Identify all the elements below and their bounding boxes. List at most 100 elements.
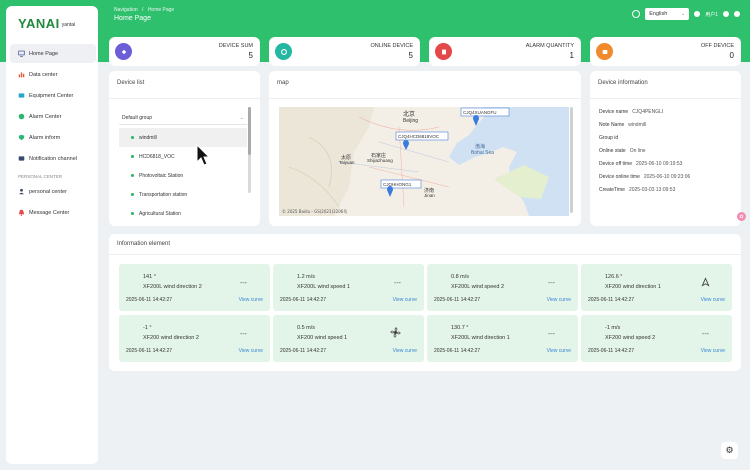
map-marker-label: CJQ4HCD6818VOC [398,134,440,139]
sidebar-item-label: personal center [29,188,67,195]
view-curve-link[interactable]: View curve [393,348,417,354]
group-name: Default group [122,114,153,121]
panel-title: Device information [598,80,648,86]
info-row-device-off-time: Device off time 2025-06-10 09:19:53 [599,161,682,167]
shield-icon [18,134,25,141]
list-item-windmill[interactable]: windmill [119,128,247,147]
sidebar-nav: Home Page Data center Equipment Center A… [10,44,96,224]
list-item-photovoltaic-station[interactable]: Photovoltaic Station [119,166,247,185]
fan-icon [390,327,401,340]
info-card: 126.6 ° XF200 wind direction 1 2025-06-1… [581,264,732,311]
group-header[interactable]: Default group ⌄ [119,111,247,125]
breadcrumb-root[interactable]: Navigation [114,7,138,13]
element-name: XF200 wind speed 1 [297,335,348,341]
status-dot [131,212,134,215]
element-timestamp: 2025-06-11 14:42:27 [126,297,173,303]
language-value: English [649,11,668,17]
section-label-personal-center: PERSONAL CENTER [18,173,63,179]
username[interactable]: 用户1 [705,11,718,18]
map-label-shijiazhuang: Shijiazhuang [367,158,393,163]
element-placeholder: --- [394,280,401,287]
stat-label: ONLINE DEVICE [370,43,413,49]
panel-title: Information element [117,241,171,247]
status-dot [131,174,134,177]
breadcrumb-current: Home Page [147,7,175,13]
chevron-down-icon: ⌄ [239,114,244,121]
sidebar-item-label: Message Center [29,209,70,216]
element-name: XF200 wind direction 1 [605,284,661,290]
device-list-scrollbar[interactable] [248,107,251,193]
sidebar-item-personal-center[interactable]: personal center [10,182,96,201]
element-name: XF200 wind direction 2 [143,335,199,341]
sidebar-item-home-page[interactable]: Home Page [10,44,96,63]
view-curve-link[interactable]: View curve [393,297,417,303]
sidebar-item-alarm-center[interactable]: Alarm Center [10,107,96,126]
info-value: windmill [628,122,647,128]
view-curve-link[interactable]: View curve [701,348,725,354]
info-card: 130.7 ° XF200L wind direction 1 --- 2025… [427,315,578,362]
stat-value: 5 [408,51,413,60]
element-name: XF200 wind speed 2 [605,335,656,341]
status-dot [131,193,134,196]
globe-icon[interactable] [632,10,641,18]
list-item-agricultural-station[interactable]: Agricultural Station [119,204,247,223]
settings-icon[interactable] [723,11,729,17]
stat-label: OFF DEVICE [700,43,734,49]
map-attribution: © 2025 Baidu - GS(2023)3206号 [282,208,347,214]
element-timestamp: 2025-06-11 14:42:27 [280,348,327,354]
divider [109,254,741,255]
fullscreen-icon[interactable] [734,11,740,17]
device-sum-icon [115,43,132,60]
sidebar-item-data-center[interactable]: Data center [10,65,96,84]
sidebar-item-label: Equipment Center [29,92,74,99]
info-card: 0.5 m/s XF200 wind speed 1 2025-06-11 14… [273,315,424,362]
sidebar-item-equipment-center[interactable]: Equipment Center [10,86,96,105]
map-label-bohai-cn: 渤海 [475,143,485,150]
map-canvas: 北京 Beijing 渤海 Bohai Sea 石家庄 Shijiazhuang… [279,107,569,216]
panel-title: map [277,80,289,86]
view-curve-link[interactable]: View curve [239,297,263,303]
map-panel: map 北京 Beijing 渤海 Bohai Sea 石家庄 Shijiazh… [269,71,581,226]
bar-chart-icon [18,71,25,78]
info-row-note-name: Note Name windmill [599,122,646,128]
scrollbar-thumb[interactable] [248,107,251,155]
sidebar-item-message-center[interactable]: Message Center [10,203,96,222]
user-avatar-icon[interactable] [694,11,701,17]
stat-value: 5 [248,51,253,60]
stat-card-device-sum: DEVICE SUM 5 [109,37,260,66]
element-name: XF200L wind direction 1 [451,335,510,341]
breadcrumb: Navigation / Home Page [114,7,174,13]
view-curve-link[interactable]: View curve [701,297,725,303]
element-value: -1 ° [143,325,152,331]
logo-main: YANAI [18,16,60,31]
info-value: 2025-06-10 09:23:06 [643,174,691,180]
view-curve-link[interactable]: View curve [547,297,571,303]
list-item-transportation-station[interactable]: Transportation station [119,185,247,204]
monitor-icon [18,50,25,57]
map-scrollbar[interactable] [570,107,573,213]
stat-card-online-device: ONLINE DEVICE 5 [269,37,420,66]
side-float-icon[interactable]: ✿ [737,212,746,221]
element-placeholder: --- [548,280,555,287]
view-curve-link[interactable]: View curve [239,348,263,354]
element-timestamp: 2025-06-11 14:42:27 [280,297,327,303]
map-label-bohai: Bohai Sea [471,150,494,156]
list-item-hcd6818-voc[interactable]: HCD6818_VOC [119,147,247,166]
device-name: Agricultural Station [139,210,181,217]
info-key: Device online time [599,174,640,180]
alarm-icon [18,113,25,120]
element-timestamp: 2025-06-11 14:42:27 [434,297,481,303]
sidebar-item-alarm-inform[interactable]: Alarm inform [10,128,96,147]
gear-icon[interactable]: ⚙ [721,442,738,459]
map-view[interactable]: 北京 Beijing 渤海 Bohai Sea 石家庄 Shijiazhuang… [279,107,569,216]
info-key: Device off time [599,161,632,167]
map-label-jinan: Jinan [424,193,435,198]
divider [109,98,260,99]
page-title: Home Page [114,15,151,22]
element-timestamp: 2025-06-11 14:42:27 [126,348,173,354]
stat-card-off-device: OFF DEVICE 0 [590,37,741,66]
language-select[interactable]: English ⌄ [645,8,690,20]
sidebar-item-notification-channel[interactable]: Notification channel [10,149,96,168]
map-label-beijing: Beijing [403,118,418,124]
view-curve-link[interactable]: View curve [547,348,571,354]
